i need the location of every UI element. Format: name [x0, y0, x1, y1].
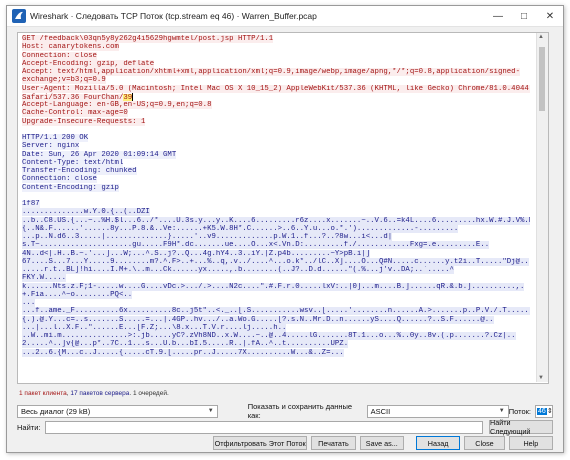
response-body-line: ... [22, 299, 36, 307]
stream-number-spinbox[interactable]: 46 ⇕ [535, 404, 554, 418]
status-tail: . 1 очередей. [129, 390, 169, 397]
back-button[interactable]: Назад [415, 436, 461, 450]
request-line: Host: canarytokens.com [22, 43, 119, 52]
find-input[interactable] [45, 420, 483, 434]
wireshark-fin-icon [12, 9, 26, 23]
find-row: Найти: Найти Следующий [17, 418, 553, 436]
response-header-line: Content-Encoding: gzip [22, 183, 119, 192]
title-bar: Wireshark · Следовать TCP Поток (tcp.str… [7, 6, 563, 27]
response-header-line: Transfer-Encoding: chunked [22, 167, 137, 175]
follow-tcp-stream-window: Wireshark · Следовать TCP Поток (tcp.str… [6, 5, 564, 453]
client-packet-count: 1 пакет клиента [19, 390, 67, 397]
conversation-select[interactable]: Весь диалог (29 kB) ▼ [17, 404, 218, 418]
spin-arrows-icon[interactable]: ⇕ [547, 407, 553, 415]
scroll-down-arrow-icon[interactable]: ▼ [538, 375, 544, 381]
request-line: Accept-Encoding: gzip, deflate [22, 59, 155, 68]
close-button[interactable]: Close [464, 436, 505, 450]
server-packet-count: 17 пакетов сервера [70, 390, 130, 397]
save-as-button[interactable]: Save as... [359, 436, 404, 450]
stream-number-label: Поток: [508, 406, 532, 416]
response-body-line: .....r.t..BL]!hi....I.M+.\..m...Ck......… [22, 266, 454, 274]
stream-text: GET /feedback\03qn5y8y262g4i5629hgwmtel/… [22, 35, 530, 357]
response-header-line: Date: Sun, 26 Apr 2020 01:09:14 GMT [22, 150, 177, 159]
response-body-line: {..N&.F......'......8y...P.8.&..Ve:.....… [22, 224, 459, 233]
request-line: exchange;v=b3;q=0.9 [22, 76, 106, 85]
conversation-select-value: Весь диалог (29 kB) [21, 406, 91, 416]
request-line: GET /feedback\03qn5y8y262g4i5629hgwmtel/… [22, 35, 274, 43]
request-line: Safari/537.36 FourChan/ [22, 93, 124, 101]
response-body-line: ..W..mi.m...............>:.jb.....yC?.zV… [22, 332, 516, 340]
response-body-line: 2.....^..]v{@...p*..7C..1...s...U.b...bI… [22, 340, 349, 349]
response-body-line: +.Fia....^~o........PQ<.. [22, 290, 133, 299]
response-body-line: ...p..N.d6..3.....|..............}.....'… [22, 233, 393, 241]
response-header-line: Connection: close [22, 175, 97, 184]
maximize-button[interactable]: □ [511, 6, 537, 26]
find-label: Найти: [17, 422, 41, 432]
scrollbar-thumb[interactable] [539, 47, 545, 111]
button-row: Отфильтровать Этот Поток Печатать Save a… [17, 436, 554, 450]
text-cursor [132, 92, 134, 101]
vertical-scrollbar[interactable]: ▲ ▼ [536, 33, 548, 382]
format-select-value: ASCII [370, 406, 391, 416]
scroll-up-arrow-icon[interactable]: ▲ [538, 34, 544, 40]
response-body-line: ...f..ame._F..........6x..........8c..j5… [22, 307, 530, 316]
response-body-line: {.).@.Y...c=..s.......S.....=...|.4GP..h… [22, 315, 494, 324]
response-header-line: Content-Type: text/html [22, 158, 124, 167]
response-body-line: ..b..C8.US.{...~..%H.$l...6../*....U.3s.… [22, 216, 530, 225]
chevron-down-icon: ▼ [207, 407, 214, 414]
close-window-button[interactable]: ✕ [537, 6, 563, 26]
request-line: Accept: text/html,application/xhtml+xml,… [22, 68, 520, 76]
help-button[interactable]: Help [508, 436, 554, 450]
request-line: Upgrade-Insecure-Requests: 1 [22, 117, 146, 126]
search-match-highlight: 39 [123, 93, 133, 101]
stream-number-value: 46 [537, 407, 547, 415]
response-header-line: HTTP/1.1 200 OK [22, 134, 89, 142]
response-body-line: FKY.W..... [22, 274, 67, 283]
response-header-line: Server: nginx [22, 142, 80, 151]
find-next-button[interactable]: Найти Следующий [489, 418, 553, 436]
options-row: Весь диалог (29 kB) ▼ Показать и сохрани… [17, 402, 554, 420]
chevron-down-icon: ▼ [498, 407, 505, 414]
request-line: Accept-Language: en-GB,en-US;q=0.9,en;q=… [22, 101, 212, 109]
print-button[interactable]: Печатать [311, 436, 356, 450]
filter-out-stream-button[interactable]: Отфильтровать Этот Поток [213, 436, 308, 450]
format-select[interactable]: ASCII ▼ [366, 404, 509, 418]
request-line: User-Agent: Mozilla/5.0 (Macintosh; Inte… [22, 84, 530, 93]
show-as-label: Показать и сохранить данные как: [247, 402, 353, 420]
response-body-line: ...2..6.{M...c..J.....{.....cT.9.[.....p… [22, 348, 344, 357]
response-body-line: 4N..d<|.H..B.~.'...]...W;...^.S..j?..Q..… [22, 249, 371, 258]
stream-status-text: 1 пакет клиента, 17 пакетов сервера. 1 о… [19, 390, 169, 397]
minimize-button[interactable]: — [485, 6, 511, 26]
response-body-line: k......Nts.z.F;1-.....w....G....vDc.>...… [22, 282, 525, 291]
stream-content-area[interactable]: GET /feedback\03qn5y8y262g4i5629hgwmtel/… [17, 32, 549, 384]
request-line: Cache-Control: max-age=0 [22, 109, 128, 118]
window-title: Wireshark · Следовать TCP Поток (tcp.str… [30, 11, 317, 21]
response-body-line: 67....S...7...Y.....9........m?.^.F>..+.… [22, 257, 529, 266]
response-body-line: ...|...l..X.F.."......E...[F.Z;...\8.x..… [22, 323, 287, 332]
request-line: Connection: close [22, 51, 97, 60]
response-body-line: ..............w.Y.0.{..(..DZI [22, 208, 150, 217]
response-body-line: s.T~.....................gu.....F9H*.dc.… [22, 241, 490, 250]
chunk-size-line: 1f87 [22, 200, 40, 208]
